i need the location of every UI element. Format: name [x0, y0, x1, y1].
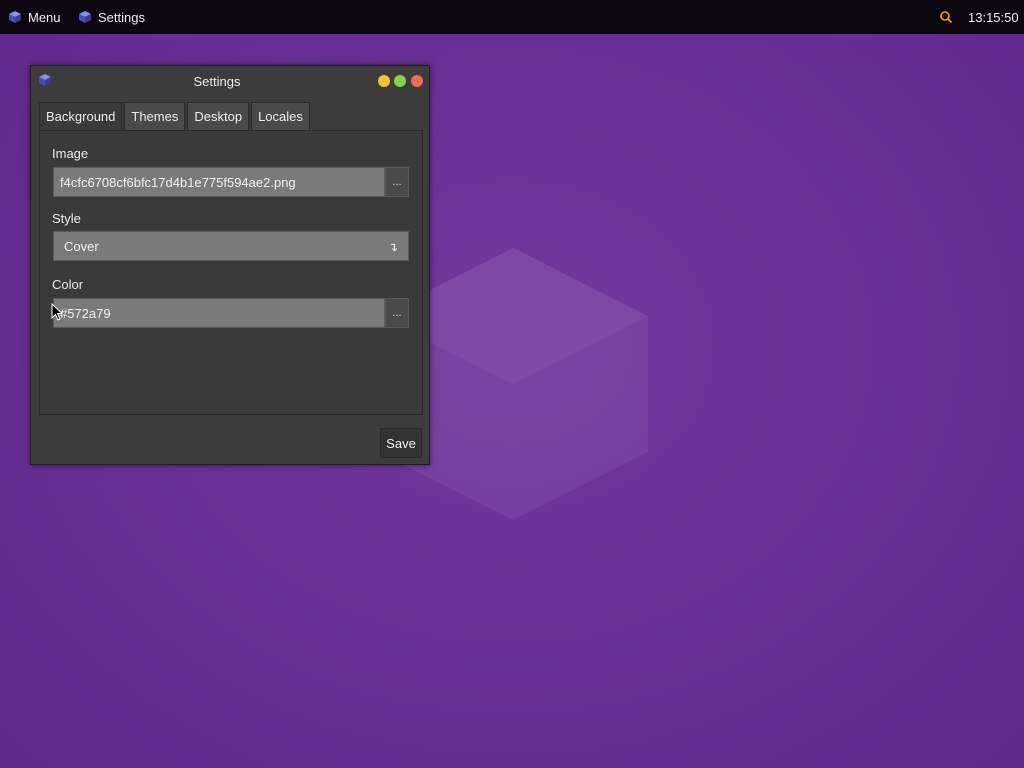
maximize-button[interactable] — [394, 75, 406, 87]
image-input[interactable] — [53, 167, 385, 197]
settings-window: Settings Background Themes Desktop Local… — [30, 65, 430, 465]
tab-themes[interactable]: Themes — [124, 102, 186, 130]
taskbar: Menu Settings 13:15:50 — [0, 0, 1024, 34]
close-button[interactable] — [411, 75, 423, 87]
image-browse-button[interactable]: ... — [385, 167, 409, 197]
style-label: Style — [52, 211, 81, 226]
menu-button[interactable]: Menu — [8, 0, 61, 34]
minimize-button[interactable] — [378, 75, 390, 87]
taskbar-settings-label: Settings — [98, 9, 145, 25]
window-title: Settings — [193, 74, 241, 89]
style-select[interactable]: Cover ↴ — [53, 231, 409, 261]
image-row: ... — [53, 167, 409, 197]
taskbar-settings-button[interactable]: Settings — [78, 0, 145, 34]
cube-icon — [79, 11, 91, 23]
tab-bar: Background Themes Desktop Locales — [39, 102, 312, 130]
tab-locales[interactable]: Locales — [251, 102, 310, 130]
save-button[interactable]: Save — [380, 428, 422, 458]
color-label: Color — [52, 277, 84, 292]
color-input[interactable] — [53, 298, 385, 328]
color-browse-button[interactable]: ... — [385, 298, 409, 328]
image-label: Image — [52, 146, 89, 161]
window-titlebar[interactable]: Settings — [31, 66, 429, 96]
tab-background[interactable]: Background — [39, 102, 123, 130]
background-panel: Image ... Style Cover ↴ Color ... — [39, 130, 423, 415]
menu-label: Menu — [28, 9, 61, 25]
search-icon[interactable] — [939, 10, 953, 24]
mouse-cursor-icon — [51, 303, 63, 321]
tab-desktop[interactable]: Desktop — [187, 102, 250, 130]
cube-icon — [9, 11, 21, 23]
dropdown-arrow-icon: ↴ — [387, 240, 398, 254]
clock: 13:15:50 — [968, 10, 1019, 25]
color-row: ... — [53, 298, 409, 328]
style-select-value: Cover — [64, 239, 99, 254]
